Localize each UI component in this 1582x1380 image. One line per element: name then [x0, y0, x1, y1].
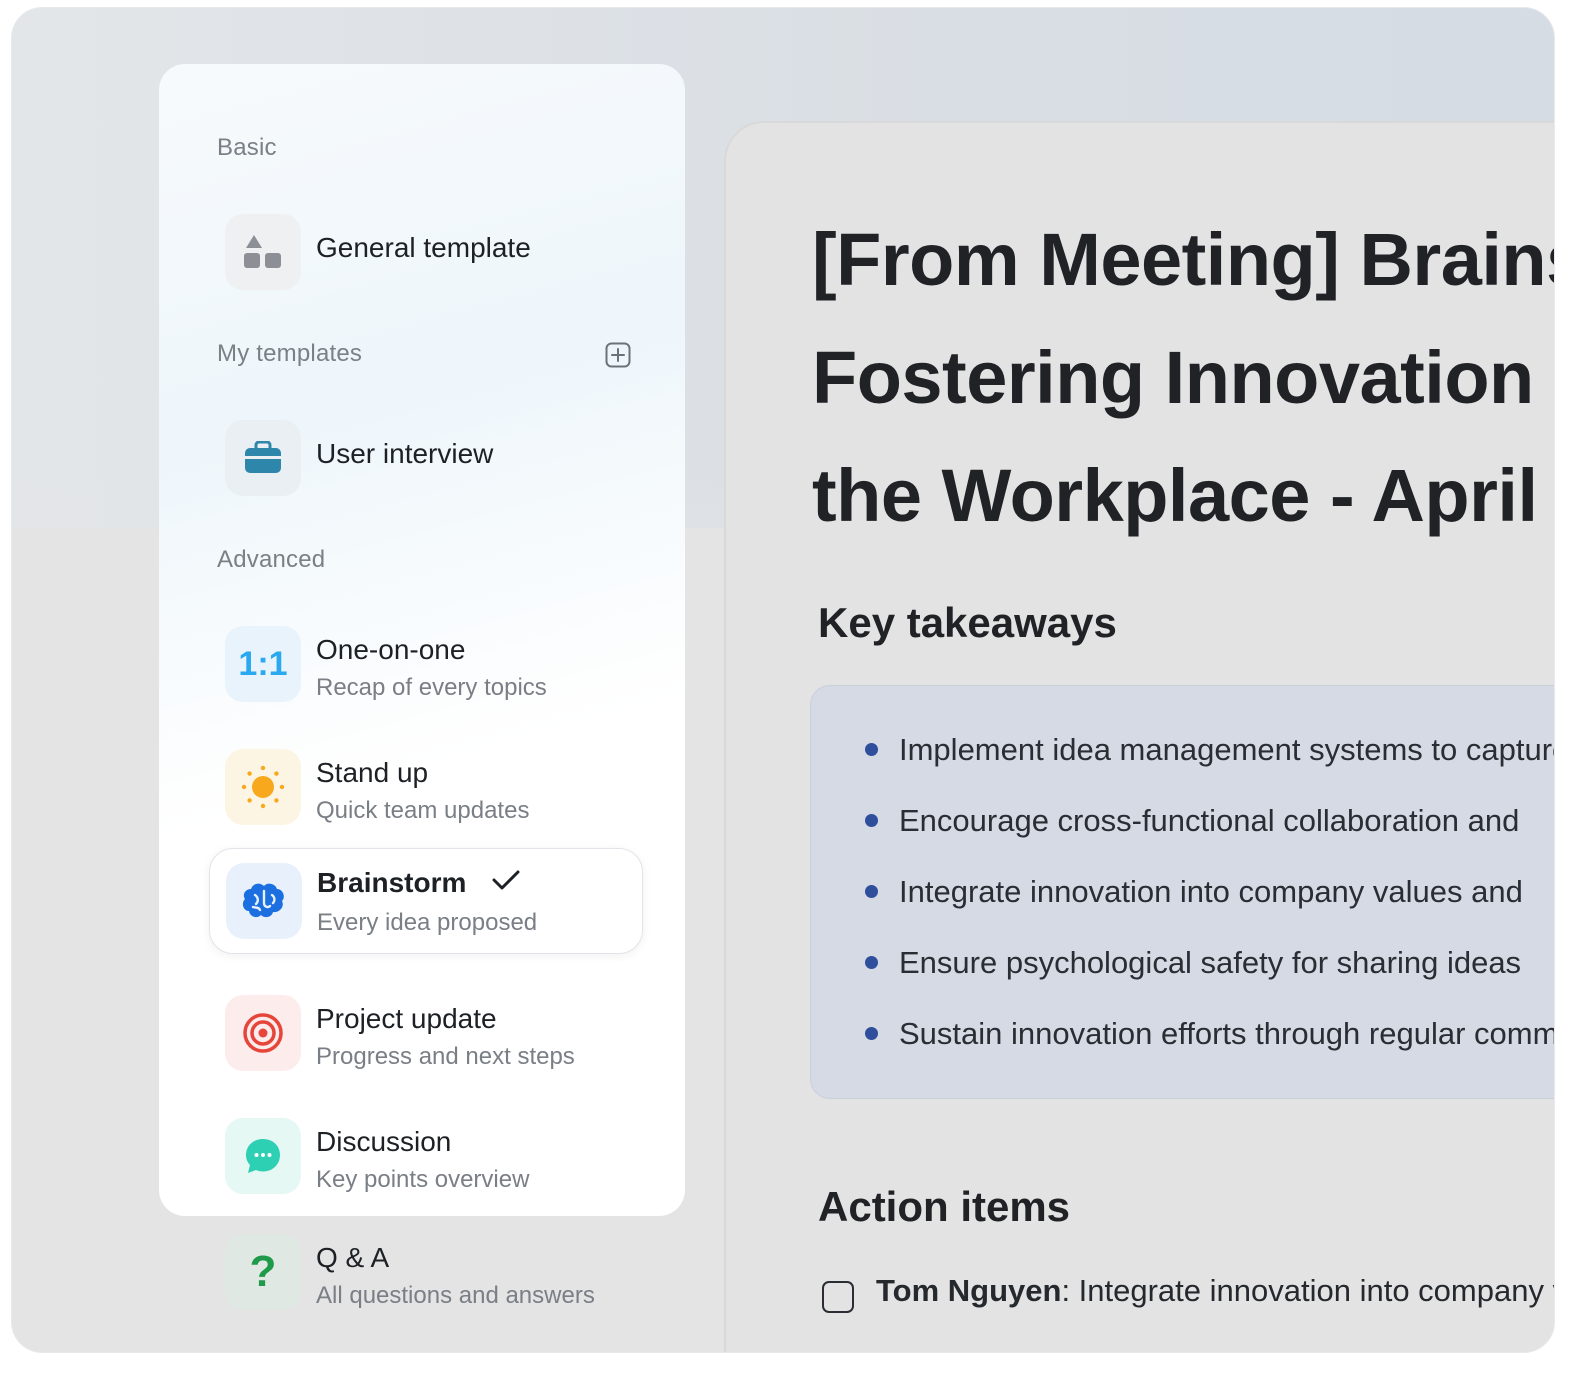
bullet-icon [865, 743, 878, 756]
takeaway-item: Encourage cross-functional collaboration… [811, 785, 1554, 856]
template-picker-panel: Basic General template My templates User… [159, 64, 685, 1216]
brain-icon [226, 863, 302, 939]
bullet-icon [865, 814, 878, 827]
template-item-subtitle: Quick team updates [316, 797, 530, 824]
template-item-discussion[interactable]: Discussion Key points overview [209, 1106, 643, 1206]
key-takeaways-heading: Key takeaways [818, 599, 1117, 646]
plus-square-icon [605, 342, 631, 368]
bullet-icon [865, 885, 878, 898]
takeaway-item: Implement idea management systems to cap… [811, 714, 1554, 785]
template-item-title: One-on-one [316, 634, 466, 665]
key-takeaways-box: Implement idea management systems to cap… [810, 685, 1554, 1099]
template-item-stand-up[interactable]: Stand up Quick team updates [209, 737, 643, 837]
document-preview: [From Meeting] Brainstorm: Fostering Inn… [724, 121, 1554, 1352]
action-item-checkbox[interactable] [822, 1281, 854, 1313]
bullet-icon [865, 956, 878, 969]
takeaway-item: Sustain innovation efforts through regul… [811, 998, 1554, 1069]
section-label-my-templates: My templates [217, 340, 363, 367]
chat-bubble-icon [225, 1118, 301, 1194]
template-item-title: Discussion [316, 1126, 452, 1157]
template-item-title-row: Brainstorm [317, 867, 520, 901]
bullet-icon [865, 1027, 878, 1040]
takeaway-item: Ensure psychological safety for sharing … [811, 927, 1554, 998]
document-title: [From Meeting] Brainstorm: Fostering Inn… [812, 201, 1554, 555]
document-title-line: [From Meeting] Brainstorm: [812, 218, 1554, 301]
checkmark-icon [492, 866, 520, 898]
template-item-project-update[interactable]: Project update Progress and next steps [209, 983, 643, 1083]
document-title-line: the Workplace - April [812, 454, 1538, 537]
template-item-title: Brainstorm [317, 867, 467, 898]
template-item-title: General template [316, 232, 531, 263]
document-title-line: Fostering Innovation in [812, 336, 1554, 419]
template-item-title: Q & A [316, 1242, 390, 1273]
add-template-button[interactable] [605, 342, 631, 368]
section-label-basic: Basic [217, 134, 277, 161]
template-item-qa[interactable]: ? Q & A All questions and answers [209, 1222, 643, 1322]
template-item-subtitle: Progress and next steps [316, 1043, 575, 1070]
takeaway-item: Integrate innovation into company values… [811, 856, 1554, 927]
template-item-subtitle: Key points overview [316, 1166, 530, 1193]
action-item-description: : Integrate innovation into company valu… [1061, 1273, 1554, 1308]
shapes-icon [225, 214, 301, 290]
action-item-assignee: Tom Nguyen [876, 1273, 1062, 1308]
template-item-one-on-one[interactable]: 1:1 One-on-one Recap of every topics [209, 614, 643, 714]
template-item-general[interactable]: General template [209, 202, 643, 302]
app-window: Basic General template My templates User… [12, 8, 1554, 1352]
question-mark-icon: ? [225, 1234, 301, 1310]
one-on-one-icon: 1:1 [225, 626, 301, 702]
template-item-title: Stand up [316, 757, 429, 788]
template-item-subtitle: Recap of every topics [316, 674, 547, 701]
template-item-title: User interview [316, 438, 494, 469]
target-icon [225, 995, 301, 1071]
action-items-heading: Action items [818, 1183, 1071, 1230]
template-item-title: Project update [316, 1003, 497, 1034]
sun-icon [225, 749, 301, 825]
template-item-brainstorm[interactable]: Brainstorm Every idea proposed [209, 848, 643, 954]
section-label-advanced: Advanced [217, 546, 326, 573]
template-item-subtitle: Every idea proposed [317, 909, 538, 936]
action-item-text: Tom Nguyen: Integrate innovation into co… [876, 1273, 1554, 1309]
template-item-user-interview[interactable]: User interview [209, 408, 643, 508]
template-item-subtitle: All questions and answers [316, 1282, 595, 1309]
briefcase-icon [225, 420, 301, 496]
key-takeaways-list: Implement idea management systems to cap… [811, 714, 1554, 1069]
